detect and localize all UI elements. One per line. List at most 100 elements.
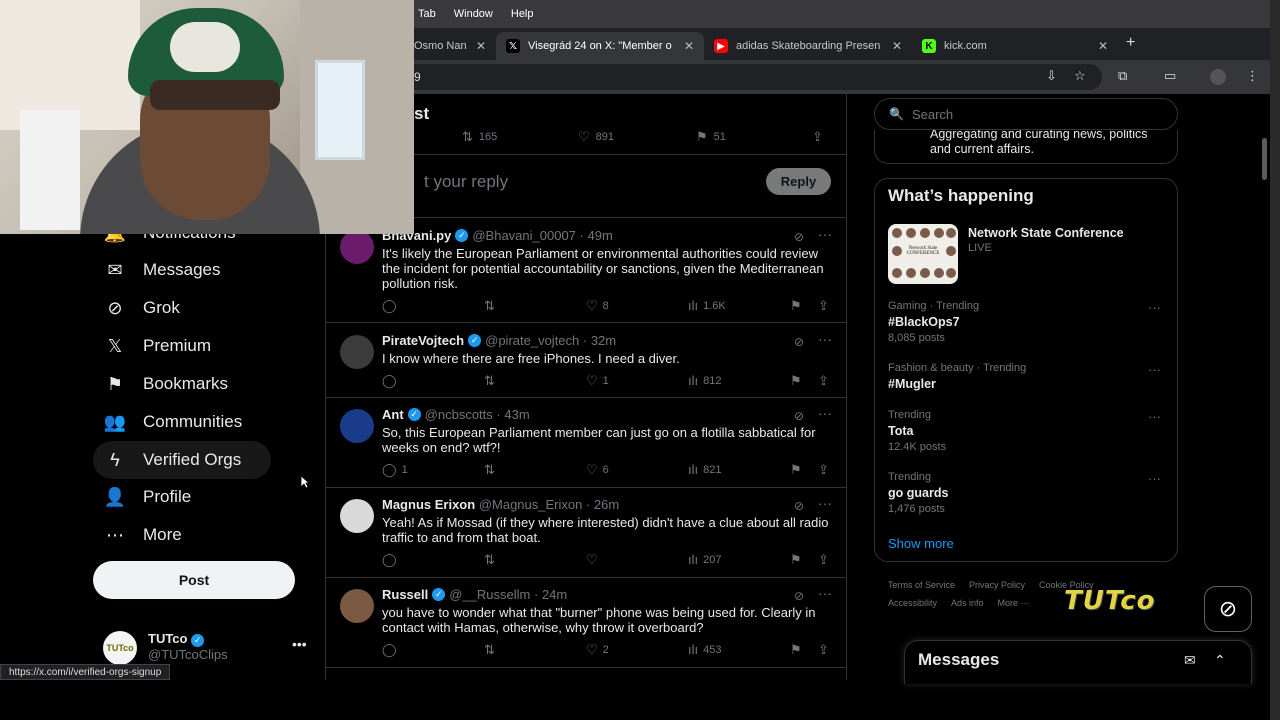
grok-explain-icon[interactable]: ⊘ [794,589,804,603]
share-action[interactable]: ⇪ [818,298,834,314]
share-icon[interactable]: ⇪ [812,129,829,145]
tweet-reply[interactable]: Russell ✓ @__Russellm · 24m ⊘ ··· you ha… [326,581,846,667]
grok-explain-icon[interactable]: ⊘ [794,230,804,244]
more-options-icon[interactable]: ··· [1148,300,1161,315]
new-message-icon[interactable]: ✉ [1184,652,1196,669]
grok-explain-icon[interactable]: ⊘ [794,335,804,349]
bookmark-action[interactable]: ⚑ [790,552,807,568]
menu-help[interactable]: Help [511,8,534,20]
trend-name[interactable]: #BlackOps7 [888,315,960,329]
search-input[interactable]: 🔍 Search [874,98,1178,130]
avatar[interactable] [340,409,374,443]
star-icon[interactable]: ☆ [1074,68,1086,84]
footer-link[interactable]: Accessibility [888,598,937,608]
tweet-time[interactable]: · 49m [580,228,613,243]
nav-profile[interactable]: 👤 Profile [104,480,191,514]
author-name[interactable]: Russell [382,587,428,602]
grok-explain-icon[interactable]: ⊘ [794,409,804,423]
tweet-time[interactable]: · 43m [496,407,529,422]
footer-link[interactable]: More ··· [998,598,1030,608]
tab-visegrad[interactable]: 𝕏 Visegrád 24 on X: "Member o ✕ [496,32,704,60]
share-action[interactable]: ⇪ [818,373,834,389]
avatar[interactable] [340,589,374,623]
reply-action[interactable]: ◯ 1 [382,462,408,478]
nav-messages[interactable]: ✉ Messages [104,253,220,287]
like-action[interactable]: ♡ [586,552,603,568]
account-name[interactable]: TUTco ✓ [148,631,205,647]
tweet-reply[interactable]: Ant ✓ @ncbscotts · 43m ⊘ ··· So, this Eu… [326,401,846,487]
share-action[interactable]: ⇪ [818,462,834,478]
messages-drawer-title[interactable]: Messages [918,650,999,670]
install-app-icon[interactable]: ⇩ [1046,68,1057,84]
views-action[interactable]: ılı 812 [688,373,721,388]
post-bookmarks[interactable]: ⚑ 51 [696,129,726,145]
kebab-menu-icon[interactable]: ⋮ [1246,68,1259,84]
nav-more[interactable]: ⋯ More [104,518,182,552]
like-action[interactable]: ♡ 6 [586,462,609,478]
author-handle[interactable]: @Bhavani_00007 [472,228,576,243]
bookmark-action[interactable]: ⚑ [790,373,807,389]
tweet-reply[interactable]: PirateVojtech ✓ @pirate_vojtech · 32m ⊘ … [326,327,846,397]
repost-action[interactable]: ⇅ [484,373,500,389]
reply-action[interactable]: ◯ [382,552,402,568]
views-action[interactable]: ılı 207 [688,552,721,567]
side-panel-icon[interactable]: ▭ [1164,68,1176,84]
scrollbar-thumb[interactable] [1262,138,1267,180]
like-action[interactable]: ♡ 1 [586,373,609,389]
post-button[interactable]: Post [93,561,295,599]
footer-link[interactable]: Terms of Service [888,580,955,590]
more-options-icon[interactable]: ··· [818,405,832,421]
author-name[interactable]: PirateVojtech [382,333,464,348]
trend-name[interactable]: #Mugler [888,377,936,391]
more-options-icon[interactable]: ··· [818,585,832,601]
network-state-image[interactable]: Network State CONFERENCE [888,224,958,284]
close-icon[interactable]: ✕ [1098,39,1108,53]
nav-communities[interactable]: 👥 Communities [104,405,242,439]
repost-action[interactable]: ⇅ [484,552,500,568]
repost-action[interactable]: ⇅ [484,642,500,658]
author-handle[interactable]: @Magnus_Erixon [479,497,583,512]
post-reposts[interactable]: ⇅ 165 [462,129,497,145]
views-action[interactable]: ılı 821 [688,462,721,477]
reply-action[interactable]: ◯ [382,642,402,658]
tab-kick[interactable]: K kick.com ✕ [912,32,1118,60]
show-more-link[interactable]: Show more [888,536,954,551]
tweet-time[interactable]: · 26m [586,497,619,512]
bookmark-action[interactable]: ⚑ [790,462,807,478]
nav-verified-orgs[interactable]: ϟ Verified Orgs [93,441,271,479]
reply-action[interactable]: ◯ [382,298,402,314]
extensions-icon[interactable]: ⧉ [1118,68,1127,84]
expand-chevron-icon[interactable]: ⌃ [1214,652,1226,669]
nav-bookmarks[interactable]: ⚑ Bookmarks [104,367,228,401]
tweet-reply[interactable]: Bhavani.py ✓ @Bhavani_00007 · 49m ⊘ ··· … [326,222,846,322]
footer-link[interactable]: Ads info [951,598,984,608]
more-options-icon[interactable]: ··· [1148,362,1161,377]
more-options-icon[interactable]: ··· [818,331,832,347]
reply-button[interactable]: Reply [766,168,831,195]
repost-action[interactable]: ⇅ [484,462,500,478]
close-icon[interactable]: ✕ [892,39,902,53]
more-options-icon[interactable]: ··· [818,495,832,511]
new-tab-icon[interactable]: + [1126,34,1135,52]
tweet-reply[interactable]: Magnus Erixon @Magnus_Erixon · 26m ⊘ ···… [326,491,846,577]
more-options-icon[interactable]: ··· [1148,409,1161,424]
views-action[interactable]: ılı 1.6K [688,298,726,313]
like-action[interactable]: ♡ 2 [586,642,609,658]
post-likes[interactable]: ♡ 891 [578,129,614,145]
address-bar[interactable]: 9 [402,64,1102,90]
author-name[interactable]: Magnus Erixon [382,497,475,512]
more-options-icon[interactable]: ··· [818,226,832,242]
account-avatar[interactable]: TUTco [103,631,137,665]
reply-input[interactable]: t your reply [424,172,508,192]
account-more-icon[interactable]: ••• [292,636,307,652]
author-name[interactable]: Ant [382,407,404,422]
avatar[interactable] [340,230,374,264]
grok-explain-icon[interactable]: ⊘ [794,499,804,513]
nav-premium[interactable]: 𝕏 Premium [104,329,211,363]
close-icon[interactable]: ✕ [684,39,694,53]
author-handle[interactable]: @pirate_vojtech [485,333,579,348]
reply-action[interactable]: ◯ [382,373,402,389]
tab-osmo[interactable]: Osmo Nan ✕ [404,32,496,60]
trend-name[interactable]: Tota [888,424,913,438]
avatar[interactable] [340,335,374,369]
